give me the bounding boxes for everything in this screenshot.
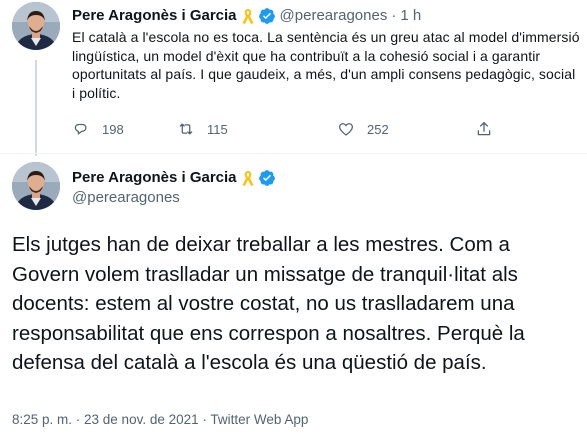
verified-badge-icon — [258, 169, 276, 187]
divider — [0, 153, 587, 154]
reply-icon — [74, 123, 87, 135]
tweet-actions: 198 115 252 — [72, 120, 502, 140]
author-handle[interactable]: @perearagones — [72, 188, 180, 208]
author-name[interactable]: Pere Aragonès i Garcia — [72, 6, 237, 26]
thread-line — [35, 60, 37, 156]
avatar[interactable] — [12, 2, 60, 50]
tweet-metadata: 8:25 p. m. · 23 de nov. de 2021 · Twitte… — [12, 412, 309, 427]
tweet-time[interactable]: 1 h — [400, 6, 421, 26]
retweet-icon — [179, 123, 193, 135]
tweet-header: Pere Aragonès i Garcia — [72, 168, 276, 188]
share-icon — [477, 121, 491, 136]
author-name[interactable]: Pere Aragonès i Garcia — [72, 168, 237, 188]
tweet-text: El català a l'escola no es toca. La sent… — [72, 29, 580, 101]
tweet-header: Pere Aragonès i Garcia @perearagones · 1… — [72, 6, 421, 26]
reply-count: 198 — [102, 121, 124, 137]
like-count: 252 — [367, 121, 389, 137]
yellow-ribbon-icon — [241, 169, 255, 187]
verified-badge-icon — [258, 7, 276, 25]
author-handle[interactable]: @perearagones — [280, 6, 388, 26]
retweet-button[interactable]: 115 — [177, 120, 228, 138]
share-button[interactable] — [475, 120, 493, 138]
avatar[interactable] — [12, 162, 60, 210]
like-button[interactable]: 252 — [337, 120, 389, 138]
heart-icon — [338, 123, 354, 136]
tweet-text: Els jutges han de deixar treballar a les… — [12, 233, 525, 374]
yellow-ribbon-icon — [241, 7, 255, 25]
tweet-parent[interactable]: Pere Aragonès i Garcia @perearagones · 1… — [0, 0, 587, 156]
separator-dot: · — [391, 7, 397, 24]
reply-button[interactable]: 198 — [72, 120, 124, 138]
retweet-count: 115 — [207, 121, 228, 137]
